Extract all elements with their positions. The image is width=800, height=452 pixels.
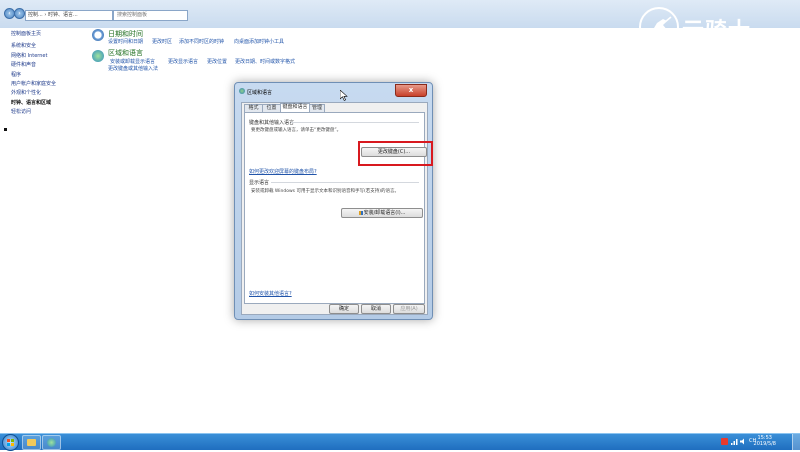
install-uninstall-languages-button[interactable]: 安装/卸载语言(I)... bbox=[341, 208, 423, 218]
clock[interactable]: 15:53 2019/5/8 bbox=[754, 435, 776, 447]
cancel-button[interactable]: 取消 bbox=[361, 304, 391, 314]
link-add-gadget[interactable]: 向桌面添加时钟小工具 bbox=[234, 38, 284, 45]
sidebar-item-appearance[interactable]: 外观和个性化 bbox=[11, 89, 41, 96]
volume-icon[interactable] bbox=[740, 438, 747, 445]
search-box[interactable] bbox=[113, 10, 188, 21]
address-bar[interactable]: 控制... › 时钟、语言... bbox=[25, 10, 113, 21]
dialog-title: 区域和语言 bbox=[247, 90, 273, 96]
globe-icon bbox=[239, 88, 245, 94]
install-languages-help-link[interactable]: 如何安装其他语言? bbox=[249, 290, 292, 297]
install-uninstall-label: 安装/卸载语言(I)... bbox=[363, 210, 406, 216]
display-language-group-label: 显示语言 bbox=[249, 180, 270, 186]
windows-logo-icon bbox=[7, 439, 14, 446]
forward-button[interactable]: › bbox=[14, 8, 25, 19]
explorer-icon[interactable] bbox=[22, 435, 41, 450]
active-bullet bbox=[4, 128, 7, 131]
show-desktop-button[interactable] bbox=[792, 434, 800, 450]
sidebar-item-network[interactable]: 网络和 Internet bbox=[11, 52, 47, 59]
sidebar-item-ease-of-access[interactable]: 轻松访问 bbox=[11, 108, 31, 115]
link-add-clocks[interactable]: 添加不同时区的时钟 bbox=[179, 38, 224, 45]
shield-icon bbox=[358, 210, 363, 215]
sidebar-item-user-accounts[interactable]: 用户帐户和家庭安全 bbox=[11, 80, 56, 87]
network-icon[interactable] bbox=[731, 438, 738, 445]
link-set-time-date[interactable]: 设置时间和日期 bbox=[108, 38, 143, 45]
category-title-region-language[interactable]: 区域和语言 bbox=[108, 48, 143, 58]
welcome-screen-keyboard-link[interactable]: 如何更改欢迎屏幕的键盘布局? bbox=[249, 168, 317, 175]
link-change-keyboard[interactable]: 更改键盘或其他输入法 bbox=[108, 65, 158, 72]
globe-icon bbox=[92, 50, 104, 62]
sidebar-item-home[interactable]: 控制面板主页 bbox=[11, 30, 41, 37]
sidebar-item-programs[interactable]: 程序 bbox=[11, 71, 21, 78]
link-change-location[interactable]: 更改位置 bbox=[207, 58, 227, 65]
highlight-box bbox=[358, 141, 433, 166]
region-language-dialog: 区域和语言 x 格式 位置 键盘和语言 管理 键盘和其他输入语言 要更改键盘或输… bbox=[234, 82, 433, 320]
tab-panel: 键盘和其他输入语言 要更改键盘或输入语言，请单击“更改键盘”。 更改键盘(C).… bbox=[244, 112, 433, 304]
tab-location[interactable]: 位置 bbox=[262, 104, 281, 112]
brand-logo: 云骑士 bbox=[636, 5, 796, 47]
dialog-body: 格式 位置 键盘和语言 管理 键盘和其他输入语言 要更改键盘或输入语言，请单击“… bbox=[241, 102, 433, 315]
clock-icon bbox=[92, 29, 104, 41]
tab-keyboards-languages[interactable]: 键盘和语言 bbox=[280, 103, 310, 112]
sidebar-item-system-security[interactable]: 系统和安全 bbox=[11, 42, 36, 49]
link-change-date-formats[interactable]: 更改日期、时间或数字格式 bbox=[235, 58, 295, 65]
group-divider bbox=[291, 122, 419, 123]
display-language-description: 安装或卸载 Windows 可用于显示文本和识别语音和手写(若支持)的语言。 bbox=[251, 189, 399, 194]
ok-button[interactable]: 确定 bbox=[329, 304, 359, 314]
security-alert-icon[interactable] bbox=[721, 438, 728, 445]
knight-rider-icon bbox=[639, 7, 679, 47]
address-path: 控制... › 时钟、语言... bbox=[28, 12, 78, 18]
tab-administrative[interactable]: 管理 bbox=[309, 104, 325, 112]
clock-date: 2019/5/8 bbox=[753, 441, 776, 447]
tab-formats[interactable]: 格式 bbox=[244, 104, 263, 112]
taskbar: CH 15:53 2019/5/8 bbox=[0, 433, 800, 451]
mouse-cursor-icon bbox=[340, 90, 348, 101]
start-button[interactable] bbox=[2, 434, 19, 451]
sidebar: 控制面板主页 系统和安全 网络和 Internet 硬件和声音 程序 用户帐户和… bbox=[0, 28, 88, 433]
search-input[interactable] bbox=[117, 11, 177, 19]
logo-text: 云骑士 bbox=[682, 19, 752, 44]
link-change-display-language[interactable]: 更改显示语言 bbox=[168, 58, 198, 65]
apply-button[interactable]: 应用(A) bbox=[393, 304, 425, 314]
link-install-display-language[interactable]: 安装或卸载显示语言 bbox=[110, 58, 155, 65]
sidebar-item-hardware-sound[interactable]: 硬件和声音 bbox=[11, 61, 36, 68]
control-panel-icon[interactable] bbox=[42, 435, 61, 450]
group-divider bbox=[271, 182, 419, 183]
keyboard-group-label: 键盘和其他输入语言 bbox=[249, 120, 295, 126]
sidebar-item-clock-language[interactable]: 时钟、语言和区域 bbox=[11, 99, 51, 106]
keyboard-description: 要更改键盘或输入语言，请单击“更改键盘”。 bbox=[251, 128, 342, 133]
close-button[interactable]: x bbox=[395, 84, 427, 97]
link-change-timezone[interactable]: 更改时区 bbox=[152, 38, 172, 45]
